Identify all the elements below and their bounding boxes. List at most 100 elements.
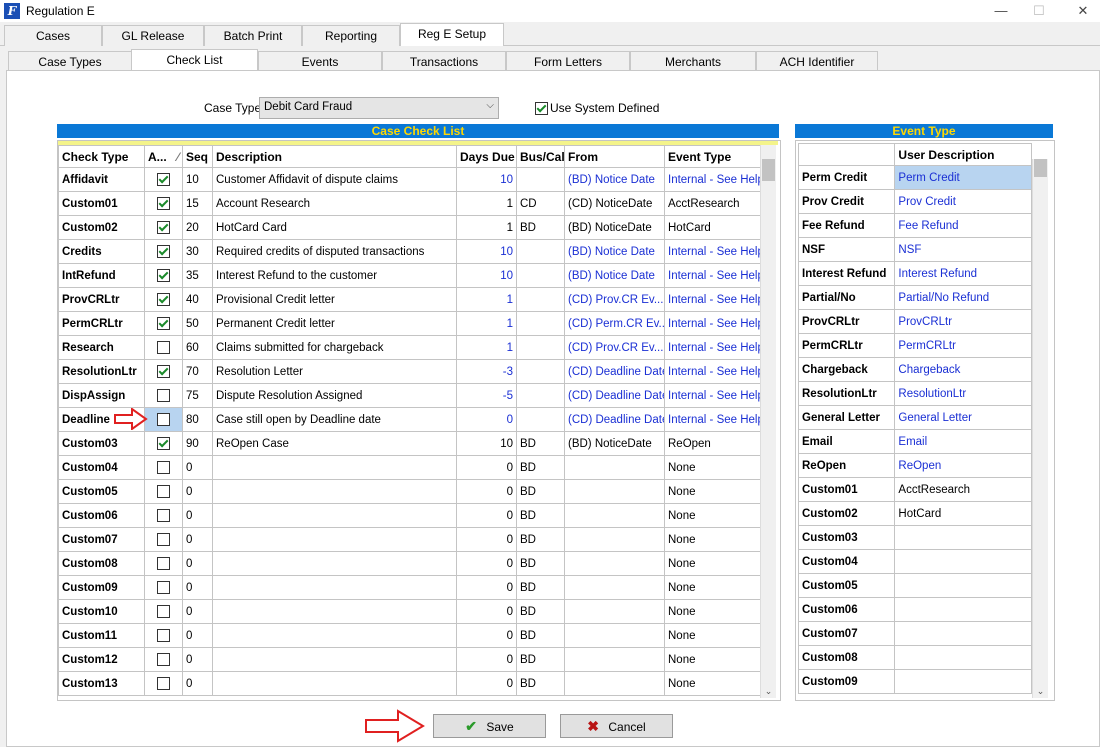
seq-cell[interactable]: 35 [182, 263, 213, 288]
scrollbar-thumb[interactable] [762, 159, 775, 181]
description-cell[interactable] [212, 479, 457, 504]
table-row[interactable]: Custom10 0 0 BD None [58, 599, 761, 624]
description-cell[interactable] [212, 599, 457, 624]
bus-cal-cell[interactable]: BD [516, 455, 565, 480]
table-row[interactable]: DispAssign 75 Dispute Resolution Assigned -… [58, 383, 761, 408]
table-row[interactable]: Custom07 [797, 621, 1032, 646]
seq-cell[interactable]: 0 [182, 671, 213, 696]
days-due-cell[interactable]: 1 [456, 311, 517, 336]
user-description-cell[interactable] [894, 597, 1032, 622]
description-cell[interactable]: Interest Refund to the customer [212, 263, 457, 288]
minimize-button[interactable]: — [993, 3, 1009, 19]
from-cell[interactable] [564, 575, 665, 600]
table-row[interactable]: Custom08 0 0 BD None [58, 551, 761, 576]
user-description-cell[interactable]: ResolutionLtr [894, 381, 1032, 406]
event-type-cell[interactable]: None [664, 479, 761, 504]
check-type-cell[interactable]: Custom08 [58, 551, 145, 576]
description-cell[interactable]: Claims submitted for chargeback [212, 335, 457, 360]
check-type-cell[interactable]: Custom04 [58, 455, 145, 480]
event-name-cell[interactable]: Custom04 [797, 549, 896, 574]
days-due-cell[interactable]: 0 [456, 623, 517, 648]
table-row[interactable]: Custom08 [797, 645, 1032, 670]
checkbox-icon[interactable] [157, 269, 170, 282]
tab-merchants[interactable]: Merchants [630, 51, 756, 72]
from-cell[interactable] [564, 551, 665, 576]
description-cell[interactable]: ReOpen Case [212, 431, 457, 456]
event-name-cell[interactable]: PermCRLtr [797, 333, 896, 358]
active-cell[interactable] [144, 167, 183, 192]
table-row[interactable]: Custom02 HotCard [797, 501, 1032, 526]
from-cell[interactable] [564, 671, 665, 696]
description-cell[interactable]: HotCard Card [212, 215, 457, 240]
checkbox-icon[interactable] [157, 629, 170, 642]
check-type-cell[interactable]: Affidavit [58, 167, 145, 192]
event-type-cell[interactable]: Internal - See Help [664, 407, 761, 432]
active-cell[interactable] [144, 551, 183, 576]
table-row[interactable]: Custom02 20 HotCard Card 1 BD (BD) NoticeDate… [58, 215, 761, 240]
description-cell[interactable] [212, 575, 457, 600]
from-cell[interactable] [564, 527, 665, 552]
table-row[interactable]: Custom01 AcctResearch [797, 477, 1032, 502]
active-cell[interactable] [144, 383, 183, 408]
column-header-days-due[interactable]: Days Due [456, 145, 517, 168]
from-cell[interactable]: (CD) Perm.CR Ev... [564, 311, 665, 336]
table-row[interactable]: Custom12 0 0 BD None [58, 647, 761, 672]
from-cell[interactable] [564, 623, 665, 648]
checkbox-icon[interactable] [157, 413, 170, 426]
event-name-cell[interactable]: Interest Refund [797, 261, 896, 286]
table-row[interactable]: Custom09 0 0 BD None [58, 575, 761, 600]
checkbox-icon[interactable] [157, 389, 170, 402]
seq-cell[interactable]: 0 [182, 455, 213, 480]
table-row[interactable]: Deadline 80 Case still open by Deadline da… [58, 407, 761, 432]
seq-cell[interactable]: 0 [182, 575, 213, 600]
from-cell[interactable]: (CD) NoticeDate [564, 191, 665, 216]
checkbox-icon[interactable] [157, 605, 170, 618]
event-type-cell[interactable]: None [664, 575, 761, 600]
table-row[interactable]: PermCRLtr 50 Permanent Credit letter 1 (CD) … [58, 311, 761, 336]
check-type-cell[interactable]: Credits [58, 239, 145, 264]
days-due-cell[interactable]: 0 [456, 647, 517, 672]
from-cell[interactable] [564, 455, 665, 480]
active-cell[interactable] [144, 431, 183, 456]
table-row[interactable]: NSF NSF [797, 237, 1032, 262]
event-type-cell[interactable]: Internal - See Help [664, 359, 761, 384]
active-cell[interactable] [144, 191, 183, 216]
user-description-cell[interactable] [894, 525, 1032, 550]
bus-cal-cell[interactable] [516, 239, 565, 264]
description-cell[interactable]: Resolution Letter [212, 359, 457, 384]
column-header-active[interactable]: A... ⁄ [144, 145, 183, 168]
event-name-cell[interactable]: Custom03 [797, 525, 896, 550]
event-name-cell[interactable]: Custom07 [797, 621, 896, 646]
table-row[interactable]: Email Email [797, 429, 1032, 454]
from-cell[interactable]: (CD) Deadline Date [564, 383, 665, 408]
checkbox-icon[interactable] [157, 173, 170, 186]
column-header-bus-cal[interactable]: Bus/Cal [516, 145, 565, 168]
description-cell[interactable]: Permanent Credit letter [212, 311, 457, 336]
table-row[interactable]: Custom01 15 Account Research 1 CD (CD) Notice… [58, 191, 761, 216]
checkbox-icon[interactable] [157, 365, 170, 378]
event-name-cell[interactable]: ResolutionLtr [797, 381, 896, 406]
column-header-seq[interactable]: Seq [182, 145, 213, 168]
user-description-cell[interactable]: Chargeback [894, 357, 1032, 382]
check-list-scrollbar[interactable]: ⌄ [760, 145, 776, 698]
active-cell[interactable] [144, 623, 183, 648]
save-button[interactable]: ✔ Save [433, 714, 546, 738]
from-cell[interactable] [564, 479, 665, 504]
checkbox-icon[interactable] [157, 557, 170, 570]
days-due-cell[interactable]: 1 [456, 335, 517, 360]
table-row[interactable]: Custom13 0 0 BD None [58, 671, 761, 696]
from-cell[interactable]: (CD) Deadline Date [564, 407, 665, 432]
checkbox-icon[interactable] [157, 461, 170, 474]
from-cell[interactable]: (BD) Notice Date [564, 167, 665, 192]
bus-cal-cell[interactable] [516, 383, 565, 408]
bus-cal-cell[interactable]: BD [516, 599, 565, 624]
event-type-cell[interactable]: HotCard [664, 215, 761, 240]
column-header-event-name[interactable] [797, 143, 896, 166]
use-system-defined-checkbox[interactable] [535, 101, 548, 116]
event-name-cell[interactable]: Custom06 [797, 597, 896, 622]
seq-cell[interactable]: 0 [182, 647, 213, 672]
active-cell[interactable] [144, 575, 183, 600]
column-header-user-description[interactable]: User Description [894, 143, 1032, 166]
bus-cal-cell[interactable]: BD [516, 671, 565, 696]
days-due-cell[interactable]: -5 [456, 383, 517, 408]
